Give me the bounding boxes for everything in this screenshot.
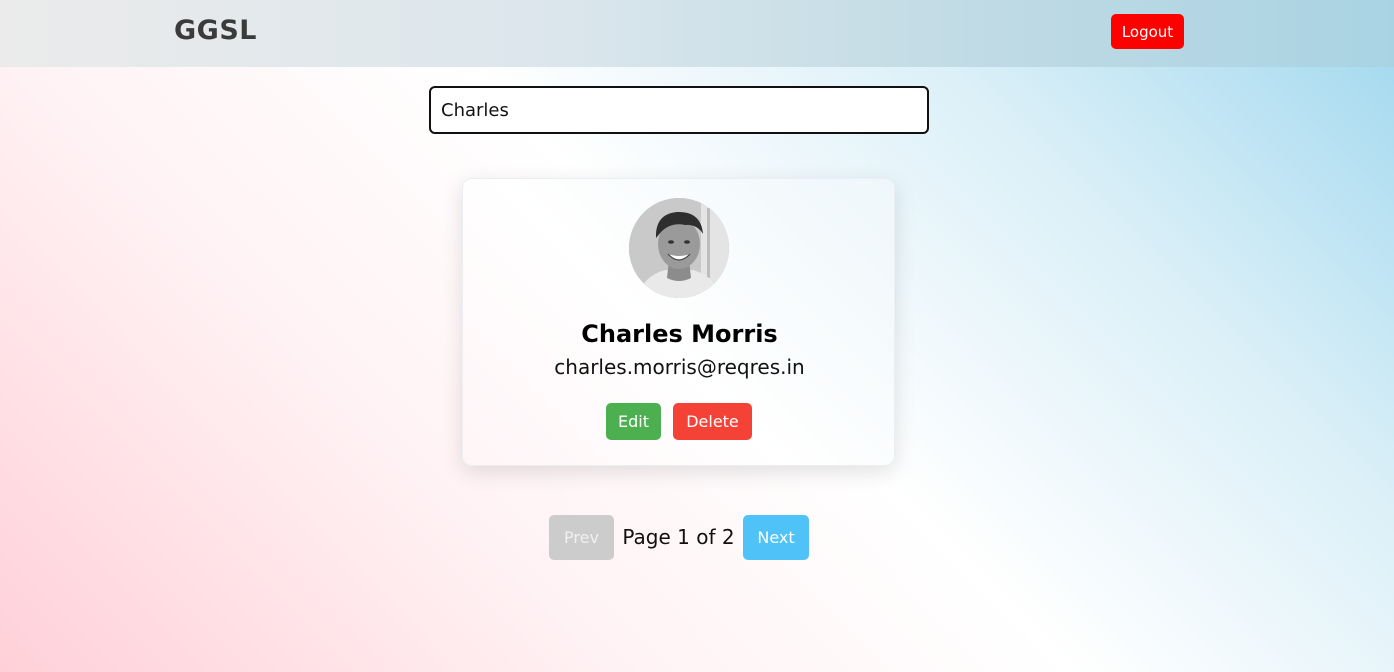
page-indicator: Page 1 of 2 xyxy=(622,525,735,549)
delete-button[interactable]: Delete xyxy=(673,403,752,440)
user-email: charles.morris@reqres.in xyxy=(554,355,805,379)
search-input[interactable] xyxy=(429,86,929,134)
user-card: Charles Morris charles.morris@reqres.in … xyxy=(462,178,895,466)
prev-page-button[interactable]: Prev xyxy=(549,515,614,560)
next-page-button[interactable]: Next xyxy=(743,515,809,560)
avatar-photo-icon xyxy=(629,198,729,298)
avatar xyxy=(629,198,729,298)
navbar: GGSL Logout xyxy=(0,0,1394,67)
user-name: Charles Morris xyxy=(581,320,778,348)
brand-logo: GGSL xyxy=(174,15,257,46)
edit-button[interactable]: Edit xyxy=(606,403,661,440)
logout-button[interactable]: Logout xyxy=(1111,14,1184,49)
